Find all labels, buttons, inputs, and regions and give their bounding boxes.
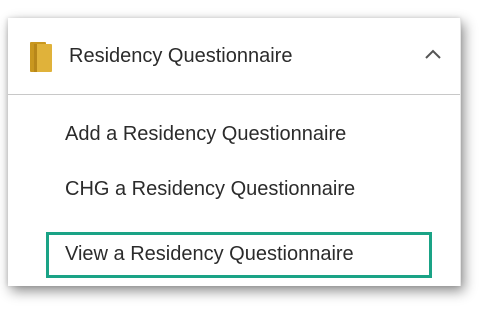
folder-icon [30, 42, 52, 72]
chevron-up-icon[interactable] [423, 46, 443, 62]
menu-item-chg-questionnaire[interactable]: CHG a Residency Questionnaire [65, 175, 355, 203]
section-header[interactable]: Residency Questionnaire [8, 18, 460, 95]
menu-item-view-questionnaire[interactable]: View a Residency Questionnaire [65, 240, 354, 268]
section-title: Residency Questionnaire [69, 45, 293, 67]
residency-questionnaire-panel: Residency Questionnaire Add a Residency … [8, 18, 461, 286]
menu-item-add-questionnaire[interactable]: Add a Residency Questionnaire [65, 120, 346, 148]
